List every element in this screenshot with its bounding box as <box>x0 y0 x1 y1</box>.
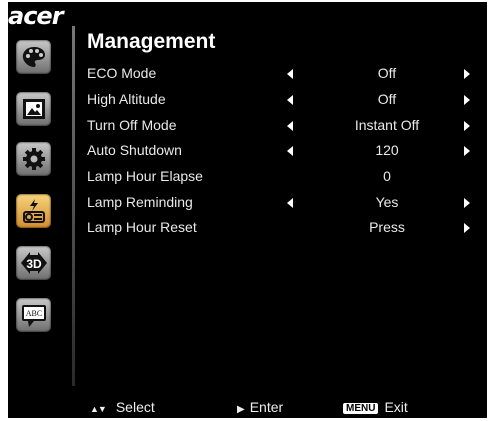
arrow-right-icon[interactable] <box>464 146 470 156</box>
sidebar-item-settings[interactable] <box>16 142 51 176</box>
row-label: Turn Off Mode <box>87 117 177 133</box>
menu-row-lamp-reminding[interactable]: Lamp Reminding Yes <box>87 194 477 216</box>
exit-label: Exit <box>384 399 408 415</box>
row-label: Lamp Reminding <box>87 194 193 210</box>
row-value: Off <box>377 91 397 107</box>
arrow-right-icon[interactable] <box>464 198 470 208</box>
select-label: Select <box>115 399 155 415</box>
projector-lamp-icon <box>22 199 45 223</box>
page-title: Management <box>87 30 216 53</box>
menu-row-auto-shutdown[interactable]: Auto Shutdown 120 <box>87 142 477 164</box>
row-label: Auto Shutdown <box>87 142 182 158</box>
row-value: Yes <box>375 194 399 210</box>
sidebar-divider <box>72 26 75 386</box>
row-label: Lamp Hour Elapse <box>87 168 203 184</box>
footer-select-hint: ▲▼ Select <box>90 399 155 415</box>
row-value: 120 <box>375 142 399 158</box>
arrow-right-icon[interactable] <box>464 95 470 105</box>
up-down-arrows-icon: ▲▼ <box>90 404 107 414</box>
enter-arrow-icon: ▶ <box>237 404 245 415</box>
3d-icon: 3D <box>20 252 47 274</box>
arrow-right-icon[interactable] <box>464 69 470 79</box>
footer-enter-hint: ▶ Enter <box>237 399 283 415</box>
row-value: Instant Off <box>354 117 420 133</box>
sidebar-item-language[interactable]: ABC <box>16 298 51 332</box>
language-icon: ABC <box>21 305 46 327</box>
menu-key-icon: MENU <box>343 403 379 414</box>
sidebar-item-3d[interactable]: 3D <box>16 246 51 280</box>
enter-label: Enter <box>249 399 284 415</box>
row-value: Off <box>377 65 397 81</box>
arrow-right-icon[interactable] <box>464 223 470 233</box>
row-label: ECO Mode <box>87 65 157 81</box>
arrow-left-icon[interactable] <box>287 95 293 105</box>
menu-row-high-altitude[interactable]: High Altitude Off <box>87 91 477 113</box>
sidebar-item-image[interactable] <box>16 92 51 126</box>
menu-row-turn-off-mode[interactable]: Turn Off Mode Instant Off <box>87 117 477 139</box>
arrow-left-icon[interactable] <box>287 146 293 156</box>
arrow-left-icon[interactable] <box>287 121 293 131</box>
sidebar-item-color[interactable] <box>16 40 51 74</box>
row-value: 0 <box>383 168 391 184</box>
svg-text:3D: 3D <box>26 257 42 271</box>
image-icon <box>22 99 45 119</box>
row-label: High Altitude <box>87 91 166 107</box>
menu-row-lamp-hour-elapse: Lamp Hour Elapse 0 <box>87 168 477 190</box>
row-value: Press <box>369 219 405 235</box>
arrow-right-icon[interactable] <box>464 121 470 131</box>
footer-exit-hint: MENU Exit <box>343 399 408 415</box>
arrow-left-icon[interactable] <box>287 69 293 79</box>
sidebar-item-management[interactable] <box>16 194 51 228</box>
palette-icon <box>22 47 45 67</box>
row-label: Lamp Hour Reset <box>87 219 197 235</box>
svg-text:ABC: ABC <box>25 309 41 318</box>
arrow-left-icon[interactable] <box>287 198 293 208</box>
gear-icon <box>22 148 45 170</box>
menu-row-lamp-hour-reset[interactable]: Lamp Hour Reset Press <box>87 219 477 241</box>
menu-row-eco-mode[interactable]: ECO Mode Off <box>87 65 477 87</box>
acer-logo: acer <box>8 2 64 30</box>
